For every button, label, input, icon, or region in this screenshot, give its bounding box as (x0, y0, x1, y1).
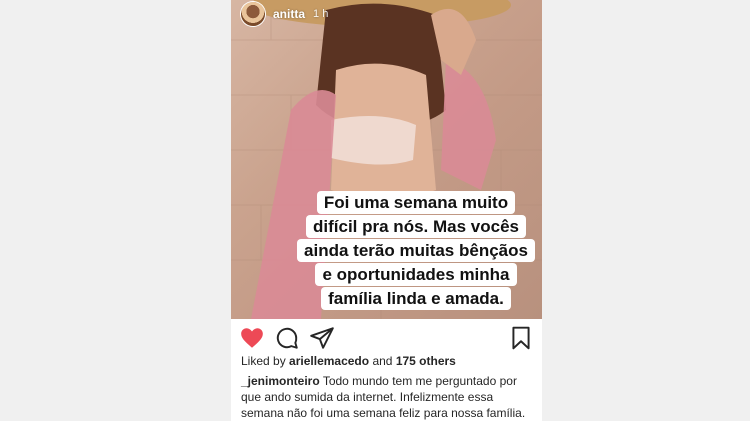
comment-icon[interactable] (274, 325, 300, 351)
send-icon[interactable] (309, 325, 335, 351)
likes-prefix: Liked by (241, 354, 286, 368)
story-header: anitta 1 h (241, 2, 328, 26)
likes-summary: Liked by ariellemacedo and 175 others (241, 354, 456, 368)
bookmark-icon[interactable] (508, 325, 534, 351)
overlay-caption: Foi uma semana muito difícil pra nós. Ma… (291, 191, 541, 311)
action-bar (231, 319, 542, 355)
likes-conjunction: and (372, 354, 393, 368)
story-timestamp: 1 h (313, 8, 329, 20)
heart-icon[interactable] (239, 325, 265, 351)
caption-comment: _jenimonteiro Todo mundo tem me pergunta… (241, 373, 537, 421)
likes-others-link[interactable]: 175 others (396, 354, 456, 368)
overlay-line: difícil pra nós. Mas vocês (306, 215, 526, 238)
avatar[interactable] (241, 2, 265, 26)
overlay-line: ainda terão muitas bênçãos (297, 239, 535, 262)
post-photo[interactable]: anitta 1 h Foi uma semana muito difícil … (231, 0, 542, 319)
overlay-line: e oportunidades minha (315, 263, 517, 286)
story-username[interactable]: anitta (273, 7, 305, 21)
post-card: anitta 1 h Foi uma semana muito difícil … (231, 0, 542, 421)
liked-by-user-link[interactable]: ariellemacedo (289, 354, 369, 368)
comment-handle-link[interactable]: _jenimonteiro (241, 374, 320, 388)
overlay-line: família linda e amada. (321, 287, 511, 310)
overlay-line: Foi uma semana muito (316, 191, 516, 214)
